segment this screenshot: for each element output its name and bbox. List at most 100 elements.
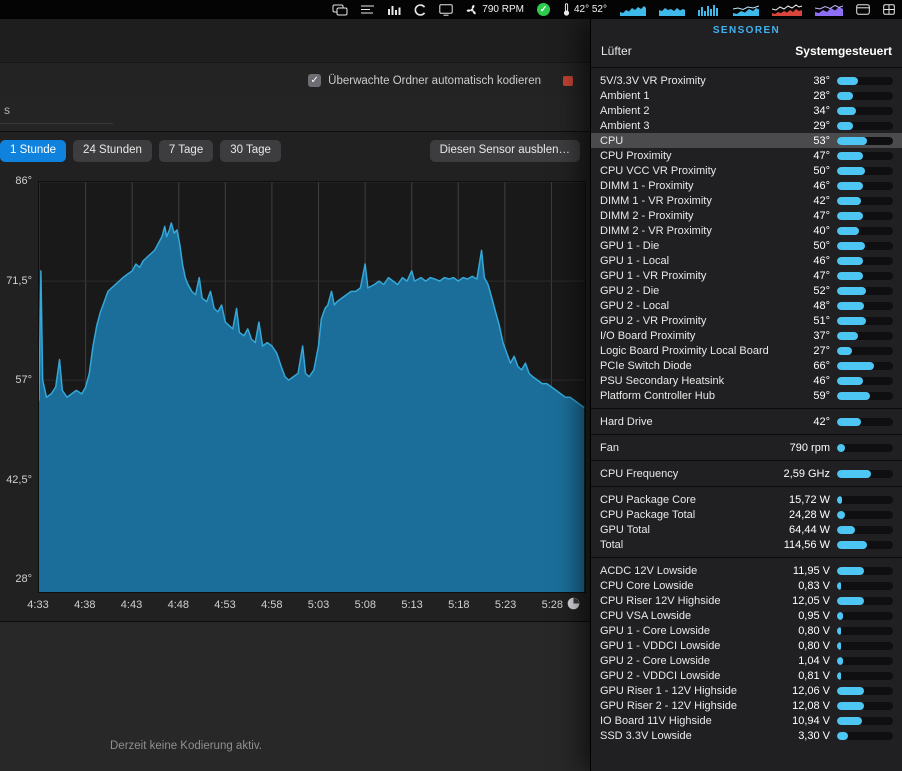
sensor-value: 47° xyxy=(813,269,830,282)
sensor-bar xyxy=(837,136,893,145)
sensor-label: Total xyxy=(600,538,624,551)
sensor-row[interactable]: GPU 1 - VR Proximity 47° xyxy=(591,268,902,283)
sensor-value: 42° xyxy=(813,194,830,207)
sensor-row[interactable]: DIMM 2 - Proximity 47° xyxy=(591,208,902,223)
sensor-row[interactable]: GPU 1 - Die 50° xyxy=(591,238,902,253)
sensor-row[interactable]: GPU 2 - VDDCI Lowside 0,81 V xyxy=(591,668,902,683)
memory-history-graph-icon[interactable] xyxy=(698,0,720,19)
temperature-item[interactable]: 42° 52° xyxy=(563,0,607,19)
cpu-history-graph-icon[interactable] xyxy=(620,0,646,19)
sensor-bar xyxy=(837,346,893,355)
sensor-row[interactable]: GPU 2 - Local 48° xyxy=(591,298,902,313)
displays-icon[interactable] xyxy=(332,0,348,19)
sensor-value: 51° xyxy=(813,314,830,327)
sensor-row[interactable]: Fan 790 rpm xyxy=(591,440,902,455)
sensor-row[interactable]: GPU 1 - Local 46° xyxy=(591,253,902,268)
sensor-row[interactable]: GPU 2 - Die 52° xyxy=(591,283,902,298)
sensor-row[interactable]: PSU Secondary Heatsink 46° xyxy=(591,373,902,388)
clock-icon[interactable] xyxy=(567,597,580,610)
x-axis-label: 4:43 xyxy=(120,599,143,611)
thermometer-icon xyxy=(563,3,570,16)
playlist-icon[interactable] xyxy=(361,0,375,19)
sensor-value: 24,28 W xyxy=(789,508,830,521)
sensor-row[interactable]: GPU 1 - Core Lowside 0,80 V xyxy=(591,623,902,638)
sensor-row[interactable]: CPU VCC VR Proximity 50° xyxy=(591,163,902,178)
sensor-value: 42° xyxy=(813,415,830,428)
sensor-row[interactable]: GPU Riser 2 - 12V Highside 12,08 V xyxy=(591,698,902,713)
sensor-row[interactable]: 5V/3.3V VR Proximity 38° xyxy=(591,73,902,88)
stop-indicator[interactable] xyxy=(563,75,573,86)
sensor-row[interactable]: CPU Frequency 2,59 GHz xyxy=(591,466,902,481)
sensor-row[interactable]: CPU Core Lowside 0,83 V xyxy=(591,578,902,593)
sensor-value: 37° xyxy=(813,329,830,342)
y-axis: 86° 71,5° 57° 42,5° 28° xyxy=(0,175,38,593)
sensor-label: CPU Proximity xyxy=(600,149,672,162)
sensor-bar xyxy=(837,641,893,650)
sensor-row[interactable]: PCIe Switch Diode 66° xyxy=(591,358,902,373)
sensor-value: 34° xyxy=(813,104,830,117)
sensor-row[interactable]: Total 114,56 W xyxy=(591,537,902,552)
fan-mode-row[interactable]: Lüfter Systemgesteuert xyxy=(591,41,902,67)
equalizer-icon[interactable] xyxy=(388,0,401,19)
sensor-row[interactable]: DIMM 1 - Proximity 46° xyxy=(591,178,902,193)
sensor-bar xyxy=(837,417,893,426)
grid-icon[interactable] xyxy=(883,0,895,19)
c-app-icon[interactable] xyxy=(414,0,426,19)
range-tab-1-stunde[interactable]: 1 Stunde xyxy=(0,140,67,162)
gpu-history-graph-icon[interactable] xyxy=(659,0,685,19)
sensor-group-hard-drive: Hard Drive 42° xyxy=(591,408,902,434)
display-icon[interactable] xyxy=(439,0,453,19)
sensor-value: 0,80 V xyxy=(798,624,830,637)
sensor-row[interactable]: GPU 1 - VDDCI Lowside 0,80 V xyxy=(591,638,902,653)
sensor-bar xyxy=(837,626,893,635)
sensor-row[interactable]: CPU Package Core 15,72 W xyxy=(591,492,902,507)
x-axis-label: 5:18 xyxy=(448,599,470,611)
hide-sensor-button[interactable]: Diesen Sensor ausblen… xyxy=(429,140,580,162)
sensor-row[interactable]: CPU Package Total 24,28 W xyxy=(591,507,902,522)
sensor-value: 46° xyxy=(813,254,830,267)
sensor-row[interactable]: Ambient 1 28° xyxy=(591,88,902,103)
disk-history-graph-icon[interactable] xyxy=(733,0,759,19)
network-history-graph-icon[interactable] xyxy=(815,0,843,19)
sensor-row[interactable]: CPU Proximity 47° xyxy=(591,148,902,163)
sensor-row[interactable]: Logic Board Proximity Local Board 27° xyxy=(591,343,902,358)
sensor-value: 50° xyxy=(813,164,830,177)
range-tab-30-tage[interactable]: 30 Tage xyxy=(220,140,281,162)
sensor-value: 790 rpm xyxy=(789,441,830,454)
sensor-row[interactable]: SSD 3.3V Lowside 3,30 V xyxy=(591,728,902,743)
sensor-row[interactable]: DIMM 2 - VR Proximity 40° xyxy=(591,223,902,238)
sensor-row[interactable]: GPU Riser 1 - 12V Highside 12,06 V xyxy=(591,683,902,698)
sensors-history-graph-icon[interactable] xyxy=(772,0,802,19)
range-tab-24-stunden[interactable]: 24 Stunden xyxy=(73,140,152,162)
sensor-row[interactable]: GPU 2 - VR Proximity 51° xyxy=(591,313,902,328)
watch-folders-checkbox[interactable] xyxy=(308,74,322,87)
sensor-row[interactable]: IO Board 11V Highside 10,94 V xyxy=(591,713,902,728)
fan-rpm-item[interactable]: 790 RPM xyxy=(466,0,524,19)
sensor-label: CPU VSA Lowside xyxy=(600,609,692,622)
sensor-row[interactable]: I/O Board Proximity 37° xyxy=(591,328,902,343)
sensor-value: 0,81 V xyxy=(798,669,830,682)
sensor-value: 64,44 W xyxy=(789,523,830,536)
sensor-row[interactable]: Ambient 3 29° xyxy=(591,118,902,133)
range-tab-7-tage[interactable]: 7 Tage xyxy=(158,140,214,162)
sensor-bar xyxy=(837,701,893,710)
sensor-row[interactable]: Platform Controller Hub 59° xyxy=(591,388,902,403)
sensor-graph-window: 1 Stunde 24 Stunden 7 Tage 30 Tage Diesen S… xyxy=(0,131,590,622)
sensor-row[interactable]: ACDC 12V Lowside 11,95 V xyxy=(591,563,902,578)
sensor-label: GPU 1 - VDDCI Lowside xyxy=(600,639,721,652)
sensor-row[interactable]: DIMM 1 - VR Proximity 42° xyxy=(591,193,902,208)
sensor-label: Hard Drive xyxy=(600,415,653,428)
window-titlebar[interactable] xyxy=(0,19,590,63)
sensor-row[interactable]: Hard Drive 42° xyxy=(591,414,902,429)
sensor-row[interactable]: GPU 2 - Core Lowside 1,04 V xyxy=(591,653,902,668)
sensor-row[interactable]: GPU Total 64,44 W xyxy=(591,522,902,537)
sensor-row[interactable]: CPU Riser 12V Highside 12,05 V xyxy=(591,593,902,608)
toolbar: Überwachte Ordner automatisch kodieren xyxy=(0,63,590,98)
window-icon[interactable] xyxy=(856,0,870,19)
status-ok-icon[interactable] xyxy=(536,0,550,19)
sensor-row[interactable]: CPU 53° xyxy=(591,133,902,148)
sensor-bar xyxy=(837,166,893,175)
sensor-value: 0,95 V xyxy=(798,609,830,622)
sensor-row[interactable]: CPU VSA Lowside 0,95 V xyxy=(591,608,902,623)
sensor-row[interactable]: Ambient 2 34° xyxy=(591,103,902,118)
